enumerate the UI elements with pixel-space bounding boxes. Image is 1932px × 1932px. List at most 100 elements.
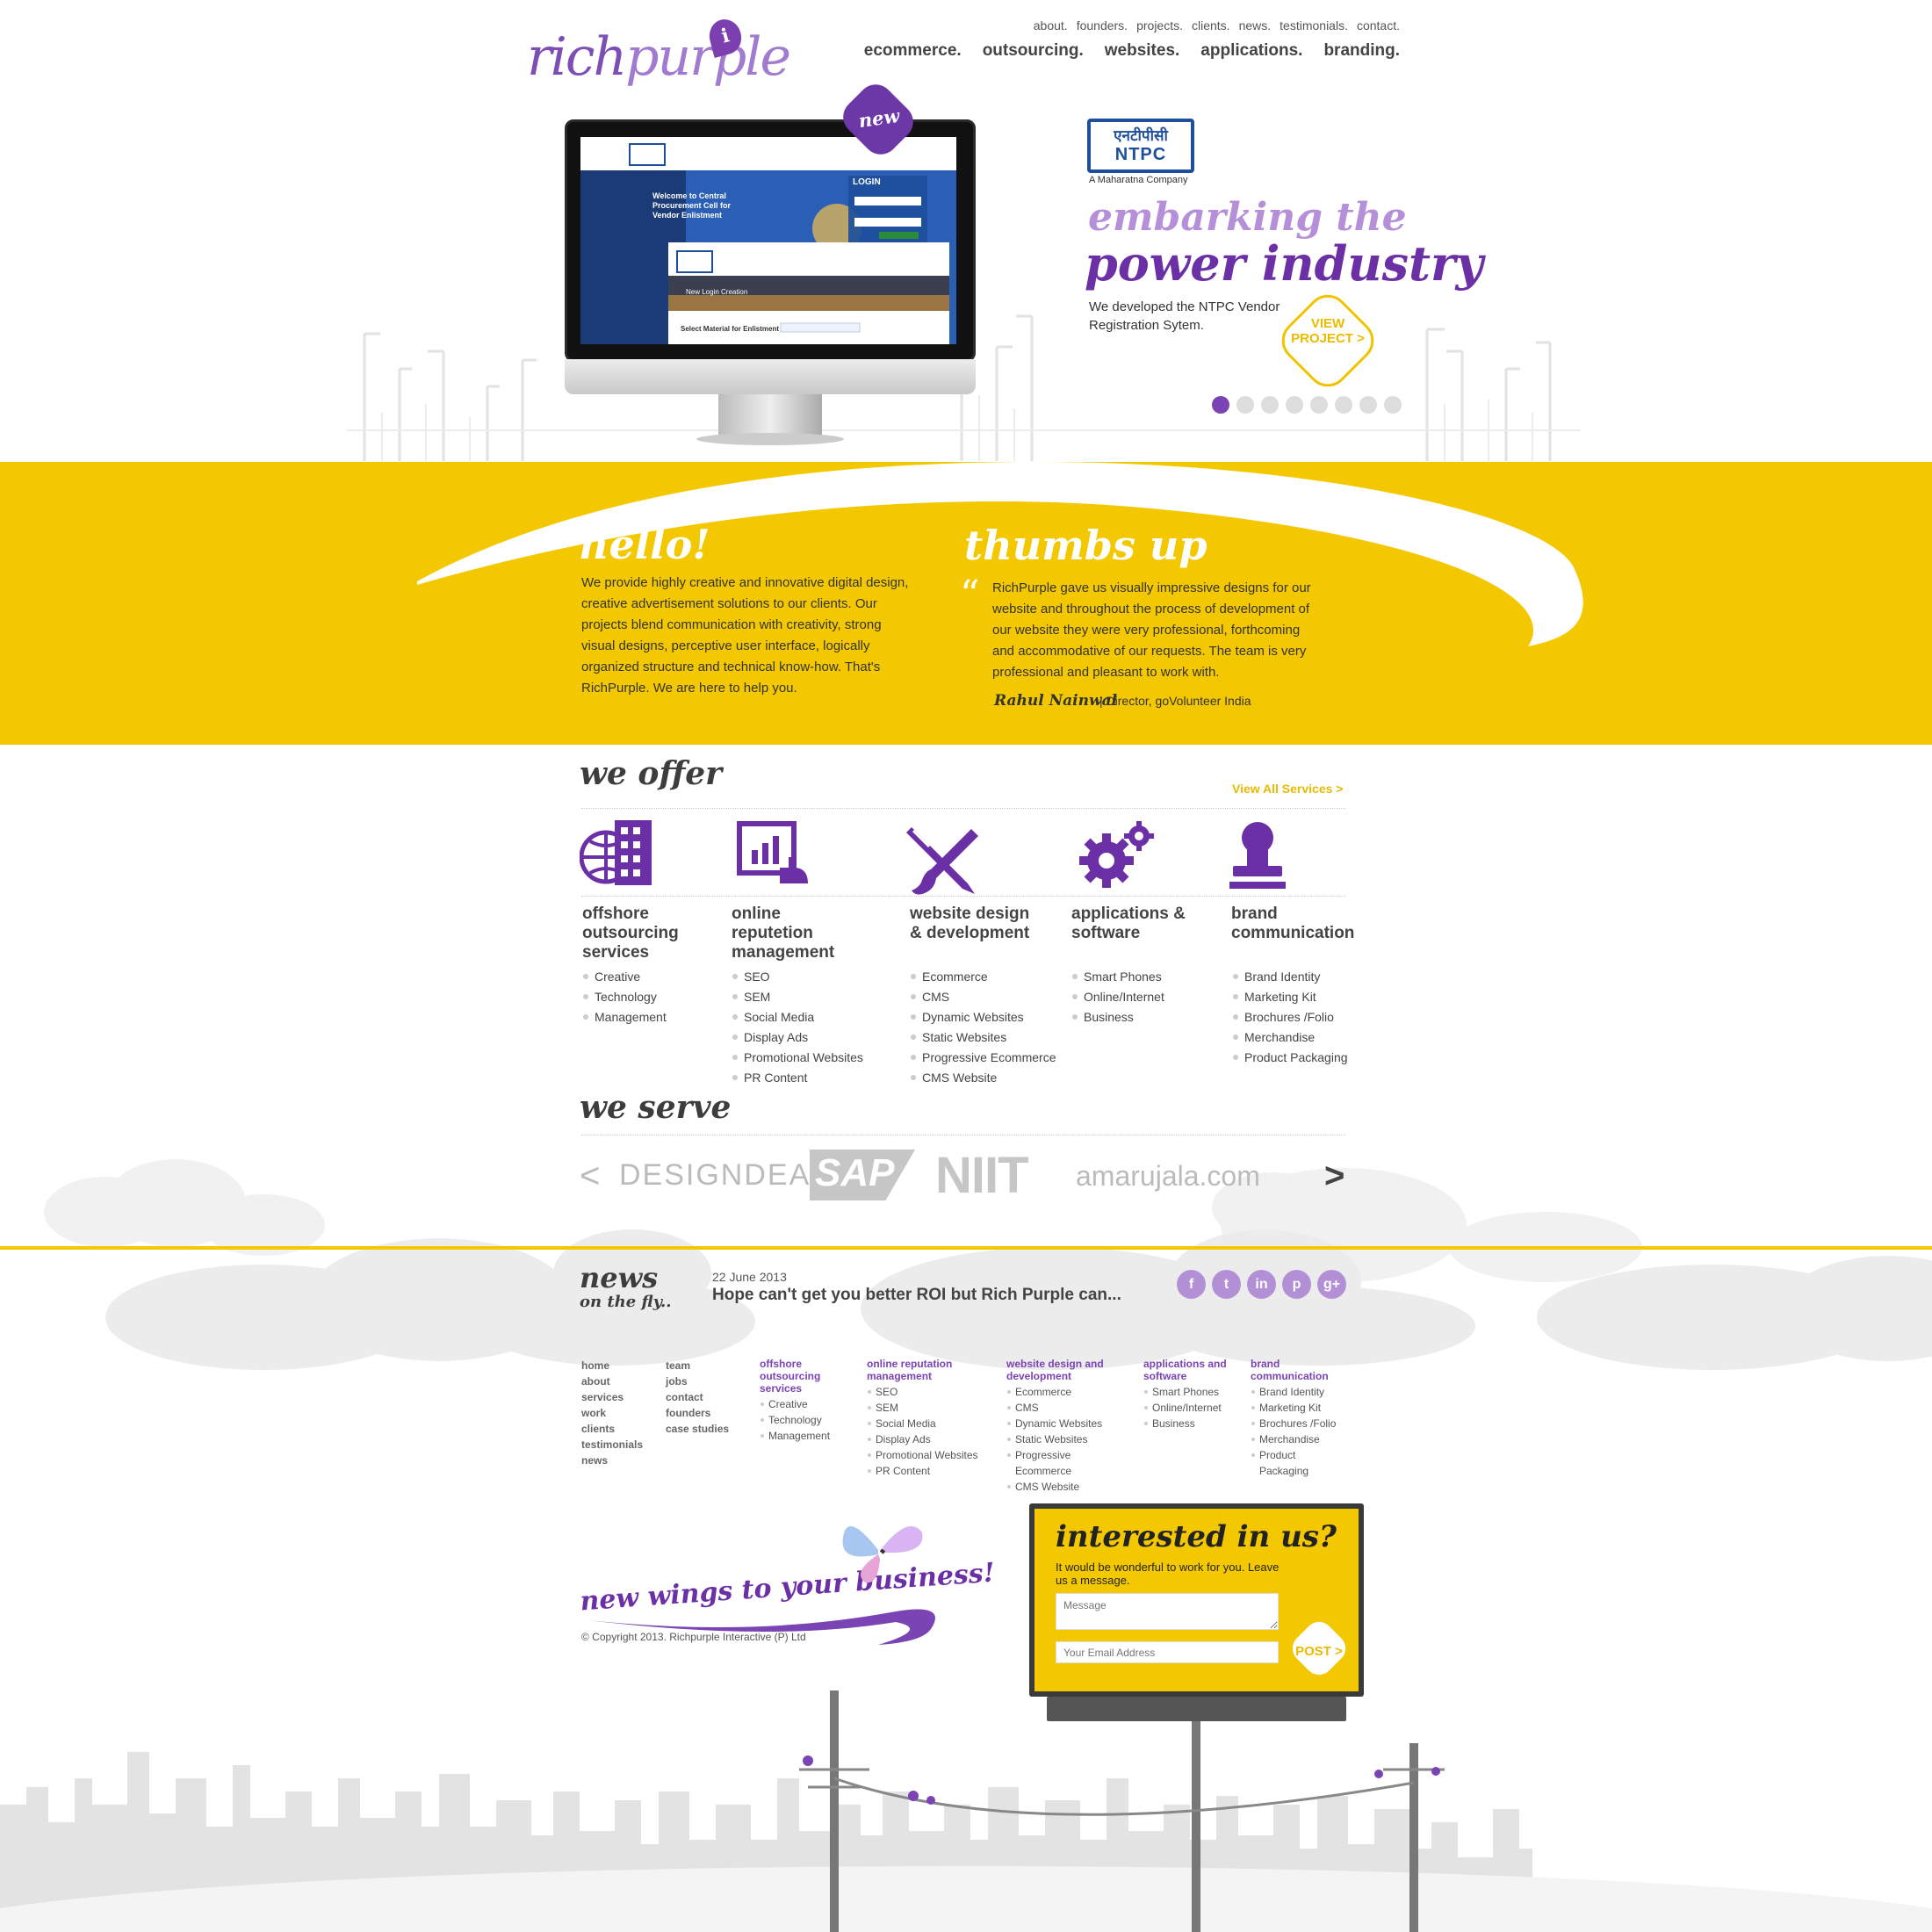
nav-projects[interactable]: projects. [1136,18,1183,32]
view-project-label[interactable]: VIEW PROJECT > [1291,316,1365,346]
carousel-next-button[interactable]: > [1324,1157,1344,1196]
slider-dot[interactable] [1261,396,1279,414]
list-item[interactable]: PR Content [867,1463,981,1479]
footer-link-contact[interactable]: contact [666,1389,729,1405]
footer-service-title[interactable]: applications and software [1143,1358,1231,1382]
list-item[interactable]: Brochures /Folio [1251,1416,1347,1431]
twitter-icon[interactable]: t [1212,1270,1241,1299]
nav-founders[interactable]: founders. [1077,18,1128,32]
list-item[interactable]: Marketing Kit [1251,1400,1347,1416]
list-item[interactable]: Display Ads [732,1027,863,1048]
list-item[interactable]: Smart Phones [1071,967,1164,987]
list-item[interactable]: Promotional Websites [732,1048,863,1068]
list-item[interactable]: CMS [1006,1400,1121,1416]
view-all-services-link[interactable]: View All Services > [1232,782,1343,796]
richpurple-logo[interactable]: richpurple i [527,16,791,90]
list-item[interactable]: Technology [582,987,667,1007]
list-item[interactable]: Online/Internet [1071,987,1164,1007]
list-item[interactable]: Management [760,1428,839,1444]
list-item[interactable]: Static Websites [910,1027,1056,1048]
list-item[interactable]: Smart Phones [1143,1384,1231,1400]
list-item[interactable]: Creative [760,1396,839,1412]
footer-service-col: website design and development Ecommerce… [1006,1358,1121,1495]
list-item[interactable]: Business [1071,1007,1164,1027]
footer-link-news[interactable]: news [581,1453,643,1468]
list-item[interactable]: Brand Identity [1232,967,1348,987]
footer-service-title[interactable]: online reputation management [867,1358,981,1382]
list-item[interactable]: Ecommerce [910,967,1056,987]
list-item[interactable]: Creative [582,967,667,987]
footer-link-home[interactable]: home [581,1358,643,1373]
footer-link-founders[interactable]: founders [666,1405,729,1421]
pinterest-icon[interactable]: p [1282,1270,1311,1299]
list-item[interactable]: CMS [910,987,1056,1007]
list-item[interactable]: Marketing Kit [1232,987,1348,1007]
slider-dot[interactable] [1359,396,1377,414]
list-item[interactable]: Progressive Ecommerce [1006,1447,1121,1479]
list-item[interactable]: Ecommerce [1006,1384,1121,1400]
list-item[interactable]: Dynamic Websites [910,1007,1056,1027]
slider-dot[interactable] [1384,396,1402,414]
list-item[interactable]: Brochures /Folio [1232,1007,1348,1027]
footer-link-testimonials[interactable]: testimonials [581,1437,643,1453]
list-item[interactable]: Dynamic Websites [1006,1416,1121,1431]
footer-link-clients[interactable]: clients [581,1421,643,1437]
list-item[interactable]: Promotional Websites [867,1447,981,1463]
list-item[interactable]: Product Packaging [1232,1048,1348,1068]
news-headline-link[interactable]: Hope can't get you better ROI but Rich P… [712,1286,1121,1305]
list-item[interactable]: Social Media [867,1416,981,1431]
footer-link-jobs[interactable]: jobs [666,1373,729,1389]
message-field[interactable] [1056,1593,1279,1630]
google-plus-icon[interactable]: g+ [1317,1270,1346,1299]
list-item[interactable]: Static Websites [1006,1431,1121,1447]
ntpc-logo-hindi: एनटीपीसी [1114,127,1168,144]
linkedin-icon[interactable]: in [1247,1270,1276,1299]
list-item[interactable]: Merchandise [1232,1027,1348,1048]
slider-dot[interactable] [1335,396,1352,414]
slider-dot[interactable] [1286,396,1303,414]
nav-websites[interactable]: websites. [1105,41,1180,61]
post-button-label[interactable]: POST > [1291,1644,1347,1659]
footer-link-case-studies[interactable]: case studies [666,1421,729,1437]
email-field[interactable] [1056,1641,1279,1663]
nav-about[interactable]: about. [1034,18,1068,32]
list-item[interactable]: CMS Website [1006,1479,1121,1495]
list-item[interactable]: SEM [867,1400,981,1416]
footer-service-title[interactable]: brand communication [1251,1358,1347,1382]
list-item[interactable]: Merchandise [1251,1431,1347,1447]
facebook-icon[interactable]: f [1177,1270,1206,1299]
list-item[interactable]: SEO [732,967,863,987]
slider-dot[interactable] [1212,396,1229,414]
nav-applications[interactable]: applications. [1200,41,1302,61]
list-item[interactable]: Online/Internet [1143,1400,1231,1416]
slider-dot[interactable] [1236,396,1254,414]
list-item[interactable]: CMS Website [910,1068,1056,1088]
footer-link-work[interactable]: work [581,1405,643,1421]
list-item[interactable]: Business [1143,1416,1231,1431]
list-item[interactable]: Social Media [732,1007,863,1027]
nav-branding[interactable]: branding. [1323,41,1400,61]
list-item[interactable]: SEM [732,987,863,1007]
list-item[interactable]: Progressive Ecommerce [910,1048,1056,1068]
footer-service-title[interactable]: website design and development [1006,1358,1121,1382]
nav-outsourcing[interactable]: outsourcing. [983,41,1084,61]
nav-contact[interactable]: contact. [1357,18,1400,32]
list-item[interactable]: PR Content [732,1068,863,1088]
slider-dot[interactable] [1310,396,1328,414]
nav-clients[interactable]: clients. [1192,18,1230,32]
footer-link-team[interactable]: team [666,1358,729,1373]
list-item[interactable]: Management [582,1007,667,1027]
list-item[interactable]: Brand Identity [1251,1384,1347,1400]
nav-ecommerce[interactable]: ecommerce. [864,41,962,61]
nav-testimonials[interactable]: testimonials. [1280,18,1348,32]
footer-service-title[interactable]: offshore outsourcing services [760,1358,839,1395]
footer-link-services[interactable]: services [581,1389,643,1405]
carousel-prev-button[interactable]: < [580,1157,600,1196]
list-item[interactable]: Technology [760,1412,839,1428]
footer-link-about[interactable]: about [581,1373,643,1389]
list-item[interactable]: SEO [867,1384,981,1400]
list-item[interactable]: Display Ads [867,1431,981,1447]
nav-news[interactable]: news. [1239,18,1272,32]
monitor-mockup[interactable]: Welcome to Central Procurement Cell for … [565,119,976,458]
list-item[interactable]: Product Packaging [1251,1447,1347,1479]
